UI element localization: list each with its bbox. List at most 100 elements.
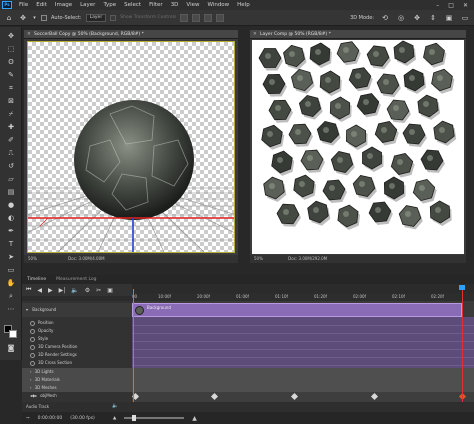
property-row-opacity[interactable]: Opacity (30, 327, 53, 335)
group-row-3d-lights[interactable]: › 3D Lights (30, 368, 54, 376)
group-row-3d-materials[interactable]: › 3D Materials (30, 376, 60, 384)
background-color-swatch[interactable] (9, 330, 17, 338)
crop-tool-icon[interactable]: ⌗ (5, 83, 17, 93)
canvas-layer-comp[interactable] (252, 40, 464, 254)
layer-row-background[interactable]: ▾ Background (22, 303, 132, 317)
align-center-icon[interactable] (192, 13, 201, 22)
zoom-in-mountain-icon[interactable]: ▲ (192, 415, 197, 422)
previous-frame-icon[interactable]: ◀ (37, 287, 42, 294)
maximize-icon[interactable]: □ (448, 2, 454, 9)
document-tab[interactable]: ✕ Layer Comp @ 50% (RGB/8#) * (250, 30, 466, 39)
eraser-tool-icon[interactable]: ▱ (5, 174, 17, 184)
stopwatch-icon[interactable] (30, 328, 35, 334)
next-frame-icon[interactable]: ▶| (59, 287, 66, 294)
stopwatch-icon[interactable] (30, 360, 35, 366)
auto-select-dropdown[interactable]: Layer (85, 13, 107, 22)
mesh-row-objmesh[interactable]: ◂◆▸ objMesh (30, 392, 57, 400)
soccer-ball-3d-model[interactable] (74, 100, 194, 220)
audio-icon[interactable]: 🔈 (71, 287, 78, 294)
3d-pan-icon[interactable]: ✥ (412, 13, 422, 23)
eyedropper-tool-icon[interactable]: ⌿ (5, 109, 17, 119)
type-tool-icon[interactable]: T (5, 239, 17, 249)
3d-axis-widget[interactable] (28, 217, 234, 252)
stopwatch-icon[interactable] (30, 336, 35, 342)
property-row-camera[interactable]: 3D Camera Position (30, 343, 77, 351)
edit-toolbar-icon[interactable]: ⋯ (5, 304, 17, 314)
audio-mute-icon[interactable]: 🔈 (112, 403, 118, 409)
menu-filter[interactable]: Filter (145, 2, 167, 8)
brush-tool-icon[interactable]: ✐ (5, 135, 17, 145)
distribute-icon[interactable] (216, 13, 225, 22)
3d-rotate-icon[interactable]: ⟲ (380, 13, 390, 23)
tool-preset-chevron-icon[interactable]: ▾ (32, 13, 37, 23)
menu-view[interactable]: View (182, 2, 203, 8)
zoom-tool-icon[interactable]: ⌕ (5, 291, 17, 301)
zoom-level[interactable]: 50% (254, 256, 263, 261)
menu-type[interactable]: Type (99, 2, 120, 8)
dodge-tool-icon[interactable]: ◐ (5, 213, 17, 223)
stopwatch-icon[interactable] (30, 352, 35, 358)
history-brush-tool-icon[interactable]: ↺ (5, 161, 17, 171)
play-icon[interactable]: ▶ (48, 287, 53, 294)
shape-tool-icon[interactable]: ▭ (5, 265, 17, 275)
quick-select-tool-icon[interactable]: ✎ (5, 70, 17, 80)
healing-brush-tool-icon[interactable]: ✚ (5, 122, 17, 132)
marquee-tool-icon[interactable]: ⬚ (5, 44, 17, 54)
menu-image[interactable]: Image (51, 2, 76, 8)
settings-gear-icon[interactable]: ⚙ (85, 287, 90, 294)
blur-tool-icon[interactable]: ● (5, 200, 17, 210)
menu-help[interactable]: Help (233, 2, 254, 8)
tab-timeline[interactable]: Timeline (22, 275, 51, 284)
quick-mask-icon[interactable]: ◙ (5, 343, 17, 353)
lasso-tool-icon[interactable]: ʘ (5, 57, 17, 67)
group-row-3d-meshes[interactable]: › 3D Meshes (30, 384, 57, 392)
work-area-end-handle[interactable] (459, 285, 465, 290)
property-row-position[interactable]: Position (30, 319, 54, 327)
tab-close-icon[interactable]: ✕ (27, 30, 31, 38)
zoom-out-mountain-icon[interactable]: ▲ (113, 416, 116, 421)
stopwatch-icon[interactable] (30, 320, 35, 326)
menu-edit[interactable]: Edit (32, 2, 51, 8)
menu-3d[interactable]: 3D (167, 2, 183, 8)
timeline-zoom-slider[interactable] (124, 415, 185, 421)
pen-tool-icon[interactable]: ✒ (5, 226, 17, 236)
gradient-tool-icon[interactable]: ▤ (5, 187, 17, 197)
stopwatch-icon[interactable] (30, 344, 35, 350)
tab-measurement-log[interactable]: Measurement Log (51, 275, 101, 284)
split-clip-icon[interactable]: ✂ (96, 287, 101, 294)
document-tab[interactable]: ✕ SoccerBall Copy @ 50% (Background, RGB… (24, 30, 238, 39)
property-row-style[interactable]: Style (30, 335, 48, 343)
frame-tool-icon[interactable]: ⊠ (5, 96, 17, 106)
hand-tool-icon[interactable]: ✋ (5, 278, 17, 288)
3d-scale-icon[interactable]: ▣ (444, 13, 454, 23)
path-select-tool-icon[interactable]: ➤ (5, 252, 17, 262)
minimize-icon[interactable]: – (436, 2, 439, 9)
expand-chevron-icon[interactable]: › (30, 377, 32, 382)
zoom-slider-thumb[interactable] (132, 415, 137, 421)
home-icon[interactable]: ⌂ (4, 13, 14, 23)
transform-controls-checkbox[interactable] (110, 14, 117, 21)
close-icon[interactable]: ✕ (463, 2, 468, 9)
menu-window[interactable]: Window (203, 2, 233, 8)
align-right-icon[interactable] (204, 13, 213, 22)
video-clip-background[interactable]: Background (132, 303, 462, 317)
expand-chevron-icon[interactable]: ▾ (26, 307, 28, 312)
tab-close-icon[interactable]: ✕ (253, 30, 257, 38)
workspace-icon[interactable]: ▭ (460, 13, 470, 23)
zoom-level[interactable]: 50% (28, 256, 37, 261)
property-row-cross-section[interactable]: 3D Cross Section (30, 359, 72, 367)
expand-chevron-icon[interactable]: › (30, 369, 32, 374)
menu-layer[interactable]: Layer (76, 2, 99, 8)
render-video-icon[interactable]: ⤳ (26, 415, 30, 421)
property-row-render[interactable]: 3D Render Settings (30, 351, 77, 359)
auto-select-checkbox[interactable] (41, 14, 47, 21)
expand-chevron-icon[interactable]: › (30, 385, 32, 390)
3d-roll-icon[interactable]: ◎ (396, 13, 406, 23)
3d-slide-icon[interactable]: ⇕ (428, 13, 438, 23)
playhead[interactable] (133, 289, 134, 402)
keyframe-nav-icon[interactable]: ◂◆▸ (30, 393, 37, 398)
menu-select[interactable]: Select (120, 2, 145, 8)
work-area-end-marker[interactable] (462, 285, 463, 402)
menu-file[interactable]: File (15, 2, 32, 8)
canvas-soccerball[interactable] (28, 42, 234, 252)
